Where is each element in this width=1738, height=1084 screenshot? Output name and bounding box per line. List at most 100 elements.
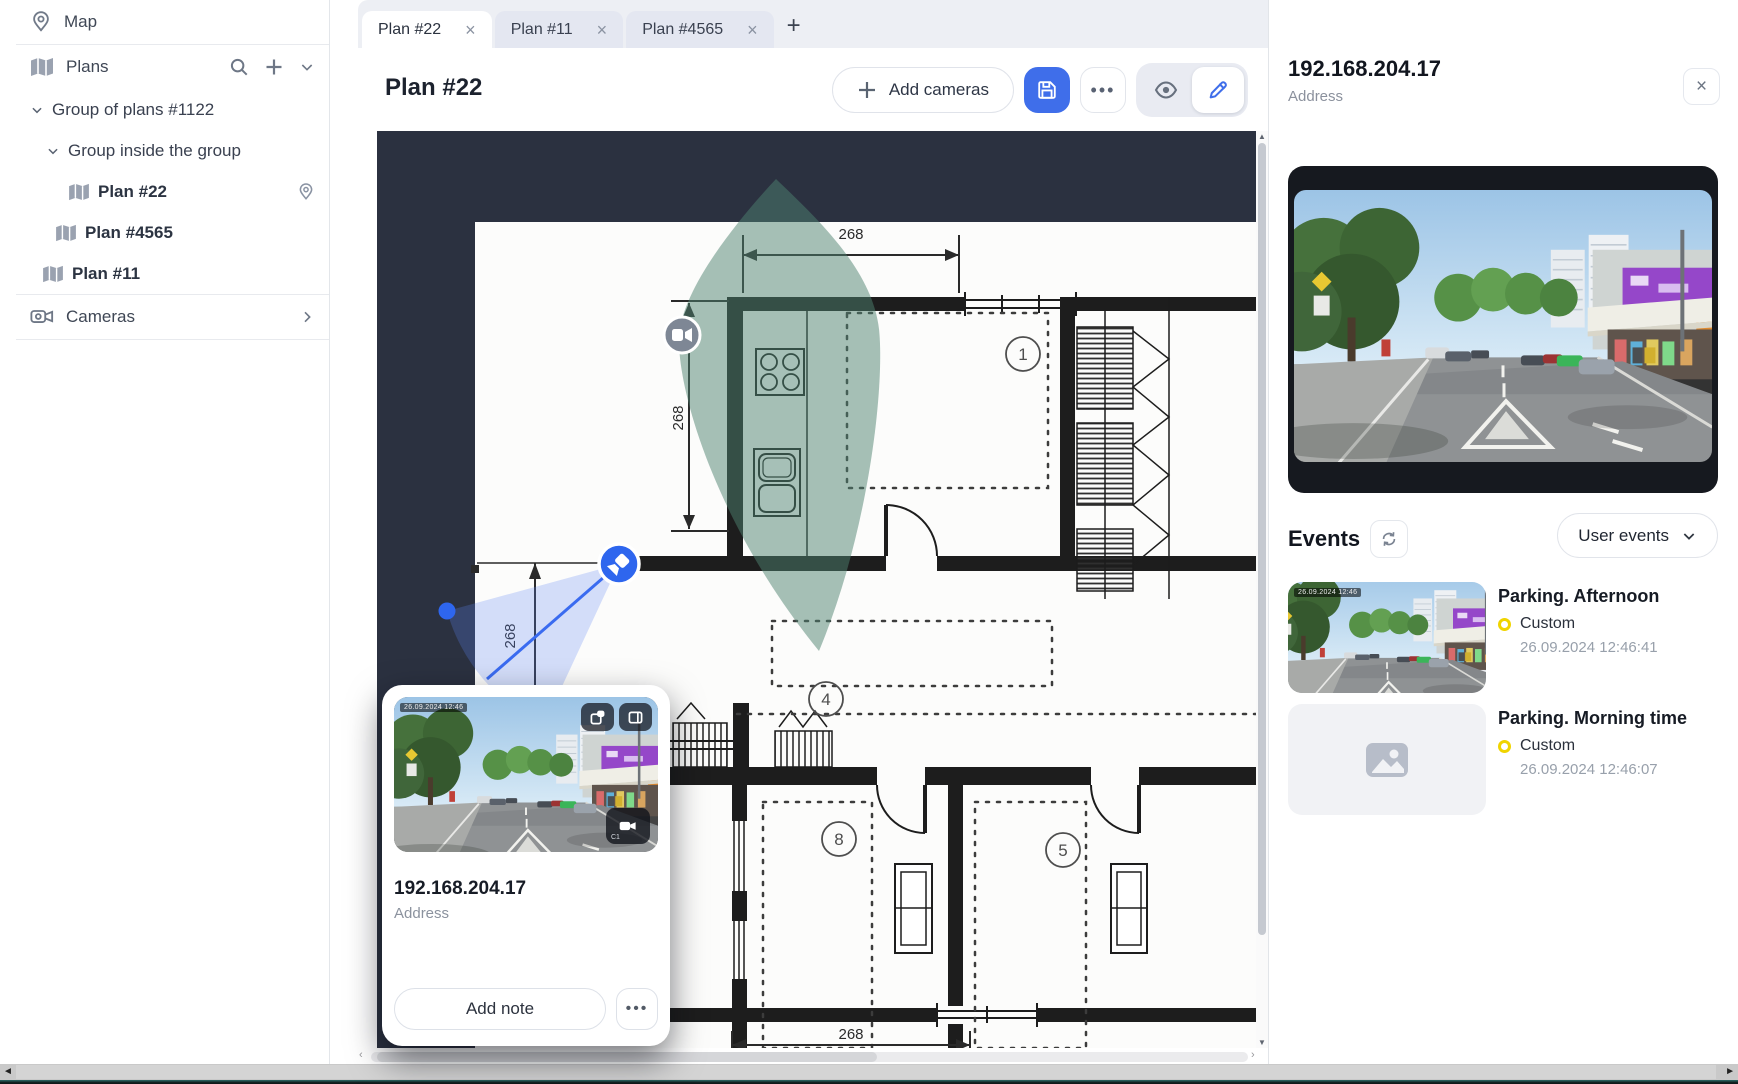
save-floppy-icon	[1036, 79, 1058, 101]
sidebar-item-plan-4565[interactable]: Plan #4565	[8, 212, 329, 253]
sidebar-item-group-inside[interactable]: Group inside the group	[8, 130, 329, 171]
event-row[interactable]: 26.09.2024 12:46 Parking. Afternoon Cust…	[1288, 582, 1719, 693]
chevron-down-icon	[1681, 528, 1697, 544]
event-thumbnail-placeholder	[1288, 704, 1486, 815]
event-snapshot	[1288, 582, 1486, 693]
events-heading: Events	[1288, 526, 1360, 552]
browser-scroll-thumb[interactable]	[16, 1065, 1716, 1079]
close-panel-button[interactable]: ×	[1683, 68, 1720, 105]
tree-item-label: Plan #4565	[85, 223, 173, 243]
image-placeholder-icon	[1364, 740, 1410, 780]
sidebar-item-plans[interactable]: Plans	[8, 45, 329, 89]
event-type-dot-icon	[1498, 740, 1511, 753]
selected-camera-marker[interactable]	[599, 544, 639, 584]
camera-more-button[interactable]: •••	[616, 988, 658, 1030]
details-address-label: Address	[1288, 88, 1343, 105]
tab-label: Plan #11	[511, 21, 573, 39]
tab-plan-22[interactable]: Plan #22 ×	[362, 11, 492, 48]
camera-live-view[interactable]	[1294, 190, 1712, 462]
plan-horizontal-scrollbar[interactable]	[371, 1052, 1248, 1062]
plus-icon	[857, 80, 877, 100]
close-tab-icon[interactable]: ×	[465, 21, 476, 39]
view-edit-toggle	[1136, 63, 1248, 117]
add-note-button[interactable]: Add note	[394, 988, 606, 1030]
camera-count-badge: C1	[606, 808, 650, 844]
close-tab-icon[interactable]: ×	[747, 21, 758, 39]
event-type-label: Custom	[1520, 737, 1575, 755]
event-type-dot-icon	[1498, 618, 1511, 631]
more-options-button[interactable]: •••	[1080, 67, 1126, 113]
scroll-right-icon[interactable]: ›	[1251, 1049, 1255, 1061]
open-in-window-icon[interactable]	[581, 703, 614, 731]
sidebar-item-plan-22[interactable]: Plan #22	[8, 171, 329, 212]
camera-popup-preview[interactable]: 26.09.2024 12:46 C1	[394, 697, 658, 852]
add-tab-icon[interactable]: +	[787, 12, 801, 40]
side-panel-icon[interactable]	[619, 703, 652, 731]
tab-plan-11[interactable]: Plan #11 ×	[495, 11, 624, 48]
page-title: Plan #22	[385, 74, 482, 102]
app-window: Map Plans	[0, 0, 1738, 1084]
event-title: Parking. Afternoon	[1498, 586, 1659, 607]
map-icon	[42, 265, 64, 283]
browser-horizontal-scrollbar[interactable]: ◄ ►	[0, 1064, 1738, 1080]
scroll-down-icon[interactable]: ▼	[1256, 1038, 1268, 1047]
camera-ip-title: 192.168.204.17	[394, 878, 658, 900]
add-cameras-button[interactable]: Add cameras	[832, 67, 1014, 113]
pencil-icon	[1207, 79, 1229, 101]
vertical-scroll-thumb[interactable]	[1258, 143, 1266, 935]
add-plan-icon[interactable]	[265, 58, 283, 76]
scroll-left-icon[interactable]: ‹	[359, 1049, 363, 1061]
camera-stream-image	[1294, 190, 1712, 462]
scroll-left-icon[interactable]: ◄	[3, 1066, 13, 1077]
plan-toolbar: Plan #22 Add cameras •••	[330, 48, 1268, 131]
sidebar-item-group-1122[interactable]: Group of plans #1122	[8, 89, 329, 130]
plan-vertical-scrollbar[interactable]: ▲ ▼	[1256, 131, 1268, 1048]
camera-popup-card: 26.09.2024 12:46 C1	[382, 685, 670, 1046]
sidebar: Map Plans	[0, 0, 330, 1064]
sidebar-plans-label: Plans	[66, 57, 109, 77]
chevron-down-icon[interactable]	[46, 144, 60, 158]
map-icon	[30, 57, 54, 77]
tree-item-label: Group of plans #1122	[52, 100, 214, 120]
room-number: 8	[834, 830, 843, 849]
chevron-right-icon[interactable]	[299, 309, 315, 325]
event-title: Parking. Morning time	[1498, 708, 1687, 729]
tab-plan-4565[interactable]: Plan #4565 ×	[626, 11, 773, 48]
sidebar-cameras-label: Cameras	[66, 307, 135, 327]
fov-drag-handle[interactable]	[439, 603, 456, 620]
video-camera-icon	[30, 307, 54, 327]
room-number: 1	[1018, 345, 1027, 364]
close-tab-icon[interactable]: ×	[597, 21, 608, 39]
scroll-right-icon[interactable]: ►	[1725, 1066, 1735, 1077]
location-pin-icon	[30, 11, 52, 33]
sidebar-item-map[interactable]: Map	[8, 0, 329, 44]
sidebar-item-cameras[interactable]: Cameras	[8, 295, 329, 339]
sidebar-item-plan-11[interactable]: Plan #11	[8, 253, 329, 294]
horizontal-scroll-thumb[interactable]	[377, 1052, 877, 1062]
add-cameras-label: Add cameras	[889, 80, 989, 100]
refresh-icon	[1379, 529, 1399, 549]
search-icon[interactable]	[229, 57, 249, 77]
event-type-label: Custom	[1520, 615, 1575, 633]
camera-marker[interactable]	[664, 317, 700, 353]
sidebar-map-label: Map	[64, 12, 97, 32]
eye-icon	[1154, 78, 1178, 102]
event-thumbnail[interactable]: 26.09.2024 12:46	[1288, 582, 1486, 693]
scroll-up-icon[interactable]: ▲	[1256, 132, 1268, 141]
view-mode-button[interactable]	[1140, 67, 1192, 113]
shown-on-plan-pin-icon	[297, 183, 315, 201]
edit-mode-button[interactable]	[1192, 67, 1244, 113]
chevron-down-icon[interactable]	[30, 103, 44, 117]
camera-count-label: C1	[611, 834, 620, 841]
event-filter-dropdown[interactable]: User events	[1557, 513, 1718, 558]
event-snapshot-timestamp: 26.09.2024 12:46	[1294, 588, 1361, 597]
event-filter-label: User events	[1578, 526, 1669, 546]
refresh-events-button[interactable]	[1370, 520, 1408, 558]
event-row[interactable]: Parking. Morning time Custom 26.09.2024 …	[1288, 704, 1719, 815]
camera-details-panel: 192.168.204.17 Address × Events	[1268, 0, 1738, 1064]
save-button[interactable]	[1024, 67, 1070, 113]
tab-label: Plan #4565	[642, 21, 723, 39]
collapse-plans-chevron-icon[interactable]	[299, 59, 315, 75]
map-icon	[55, 224, 77, 242]
room-number: 5	[1058, 841, 1067, 860]
